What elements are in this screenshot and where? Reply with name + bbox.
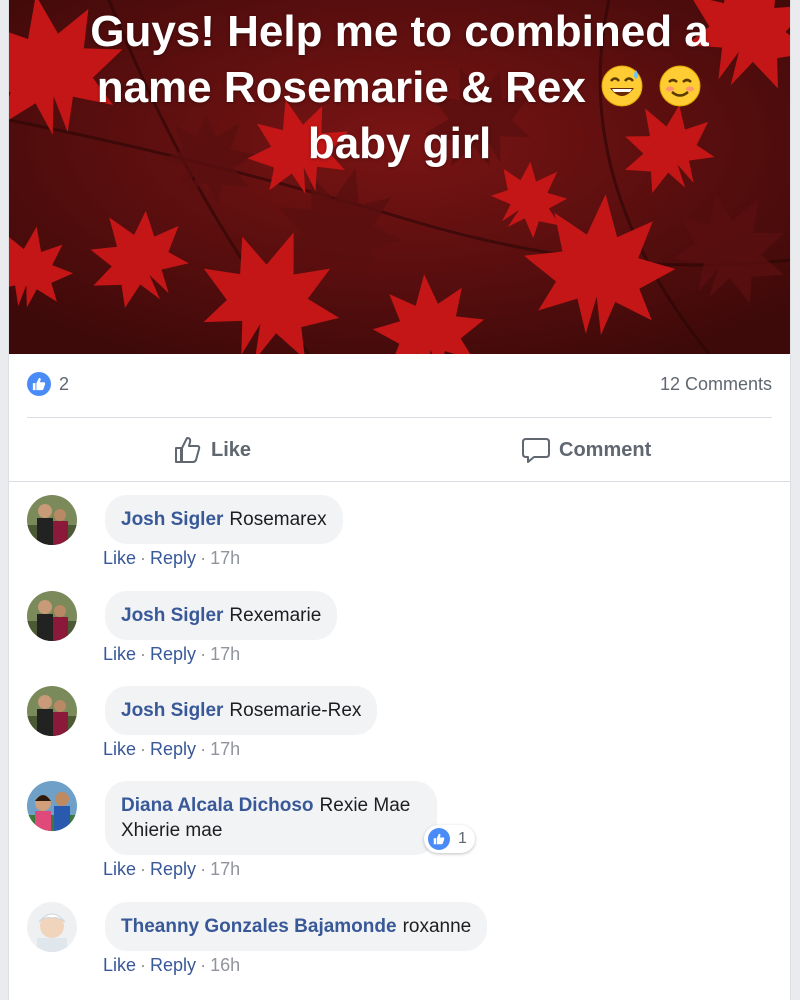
comment-time[interactable]: 17h xyxy=(210,859,240,879)
like-count[interactable]: 2 xyxy=(59,374,69,395)
comment-text: Rexie Mae xyxy=(319,795,411,816)
separator-dot: · xyxy=(140,859,147,879)
comment-bubble: Josh Sigler Rosemarie-Rex xyxy=(105,686,378,735)
like-button-label: Like xyxy=(211,438,252,461)
post-text-line1: Guys! Help me to combined a xyxy=(90,7,709,56)
post-card: Guys! Help me to combined a name Rosemar… xyxy=(8,0,791,1000)
separator-dot: · xyxy=(200,548,207,568)
comment-button-label: Comment xyxy=(559,438,652,461)
comment-text-line2: Xhierie mae xyxy=(121,820,223,841)
comment-reply-link[interactable]: Reply xyxy=(150,955,196,975)
reaction-count: 1 xyxy=(458,830,467,847)
comment-reply-link[interactable]: Reply xyxy=(150,644,196,664)
comment-button[interactable]: Comment xyxy=(521,424,772,476)
avatar[interactable] xyxy=(27,781,77,831)
comment-text: roxanne xyxy=(402,916,472,937)
comment-meta: Like · Reply · 17h xyxy=(103,739,240,760)
separator-dot: · xyxy=(200,955,207,975)
comment-reply-link[interactable]: Reply xyxy=(150,548,196,568)
post-actions: Like Comment xyxy=(9,424,790,476)
separator-dot: · xyxy=(140,955,147,975)
comment-author[interactable]: Josh Sigler xyxy=(121,605,223,626)
separator-dot: · xyxy=(200,859,207,879)
divider xyxy=(9,481,790,482)
avatar[interactable] xyxy=(27,495,77,545)
comment-bubble: Josh Sigler Rosemarex xyxy=(105,495,343,544)
separator-dot: · xyxy=(200,739,207,759)
comment-bubble: Diana Alcala Dichoso Rexie Mae Xhierie ma… xyxy=(105,781,437,855)
post-text-line2: name Rosemarie & Rex xyxy=(96,63,586,112)
comment-reply-link[interactable]: Reply xyxy=(150,739,196,759)
comment-author[interactable]: Josh Sigler xyxy=(121,509,223,530)
comment-time[interactable]: 16h xyxy=(210,955,240,975)
post-banner: Guys! Help me to combined a name Rosemar… xyxy=(9,0,790,354)
avatar[interactable] xyxy=(27,686,77,736)
comment-like-link[interactable]: Like xyxy=(103,644,136,664)
comment-time[interactable]: 17h xyxy=(210,548,240,568)
comment-meta: Like · Reply · 17h xyxy=(103,859,240,880)
post-text-line3: baby girl xyxy=(307,119,492,168)
comment-text: Rexemarie xyxy=(229,605,322,626)
smiling-blush-emoji xyxy=(659,65,701,107)
separator-dot: · xyxy=(200,644,207,664)
comment-author[interactable]: Theanny Gonzales Bajamonde xyxy=(121,916,397,937)
post-text-line2-wrap: name Rosemarie & Rex xyxy=(29,60,770,116)
comment-like-link[interactable]: Like xyxy=(103,859,136,879)
avatar[interactable] xyxy=(27,902,77,952)
comment-bubble: Josh Sigler Rexemarie xyxy=(105,591,338,640)
like-reaction-icon xyxy=(428,828,450,850)
comment-count[interactable]: 12 Comments xyxy=(660,374,772,395)
comment-meta: Like · Reply · 16h xyxy=(103,955,240,976)
comment-author[interactable]: Josh Sigler xyxy=(121,700,223,721)
thumbs-up-outline-icon xyxy=(175,437,201,463)
comment-meta: Like · Reply · 17h xyxy=(103,644,240,665)
profile-photo-icon xyxy=(27,902,77,952)
comment-reactions[interactable]: 1 xyxy=(424,825,475,853)
post-text: Guys! Help me to combined a name Rosemar… xyxy=(29,4,770,172)
comment-text: Rosemarie-Rex xyxy=(229,700,362,721)
separator-dot: · xyxy=(140,739,147,759)
separator-dot: · xyxy=(140,644,147,664)
profile-photo-icon xyxy=(27,591,77,641)
comment-like-link[interactable]: Like xyxy=(103,955,136,975)
comment-time[interactable]: 17h xyxy=(210,739,240,759)
sweat-smile-emoji xyxy=(601,65,643,107)
like-reaction-icon[interactable] xyxy=(27,372,51,396)
divider xyxy=(27,417,772,418)
like-button[interactable]: Like xyxy=(173,424,251,476)
comment-time[interactable]: 17h xyxy=(210,644,240,664)
comment-bubble: Theanny Gonzales Bajamonde roxanne xyxy=(105,902,488,951)
comment-reply-link[interactable]: Reply xyxy=(150,859,196,879)
profile-photo-icon xyxy=(27,495,77,545)
comment-author[interactable]: Diana Alcala Dichoso xyxy=(121,795,314,816)
post-stats: 2 12 Comments xyxy=(27,370,772,400)
avatar[interactable] xyxy=(27,591,77,641)
separator-dot: · xyxy=(140,548,147,568)
comment-like-link[interactable]: Like xyxy=(103,739,136,759)
comment-like-link[interactable]: Like xyxy=(103,548,136,568)
comment-meta: Like · Reply · 17h xyxy=(103,548,240,569)
comment-text: Rosemarex xyxy=(229,509,327,530)
profile-photo-icon xyxy=(27,686,77,736)
thumbs-up-icon xyxy=(32,377,46,391)
thumbs-up-icon xyxy=(433,833,445,845)
speech-bubble-icon xyxy=(522,438,550,463)
profile-photo-icon xyxy=(27,781,77,831)
